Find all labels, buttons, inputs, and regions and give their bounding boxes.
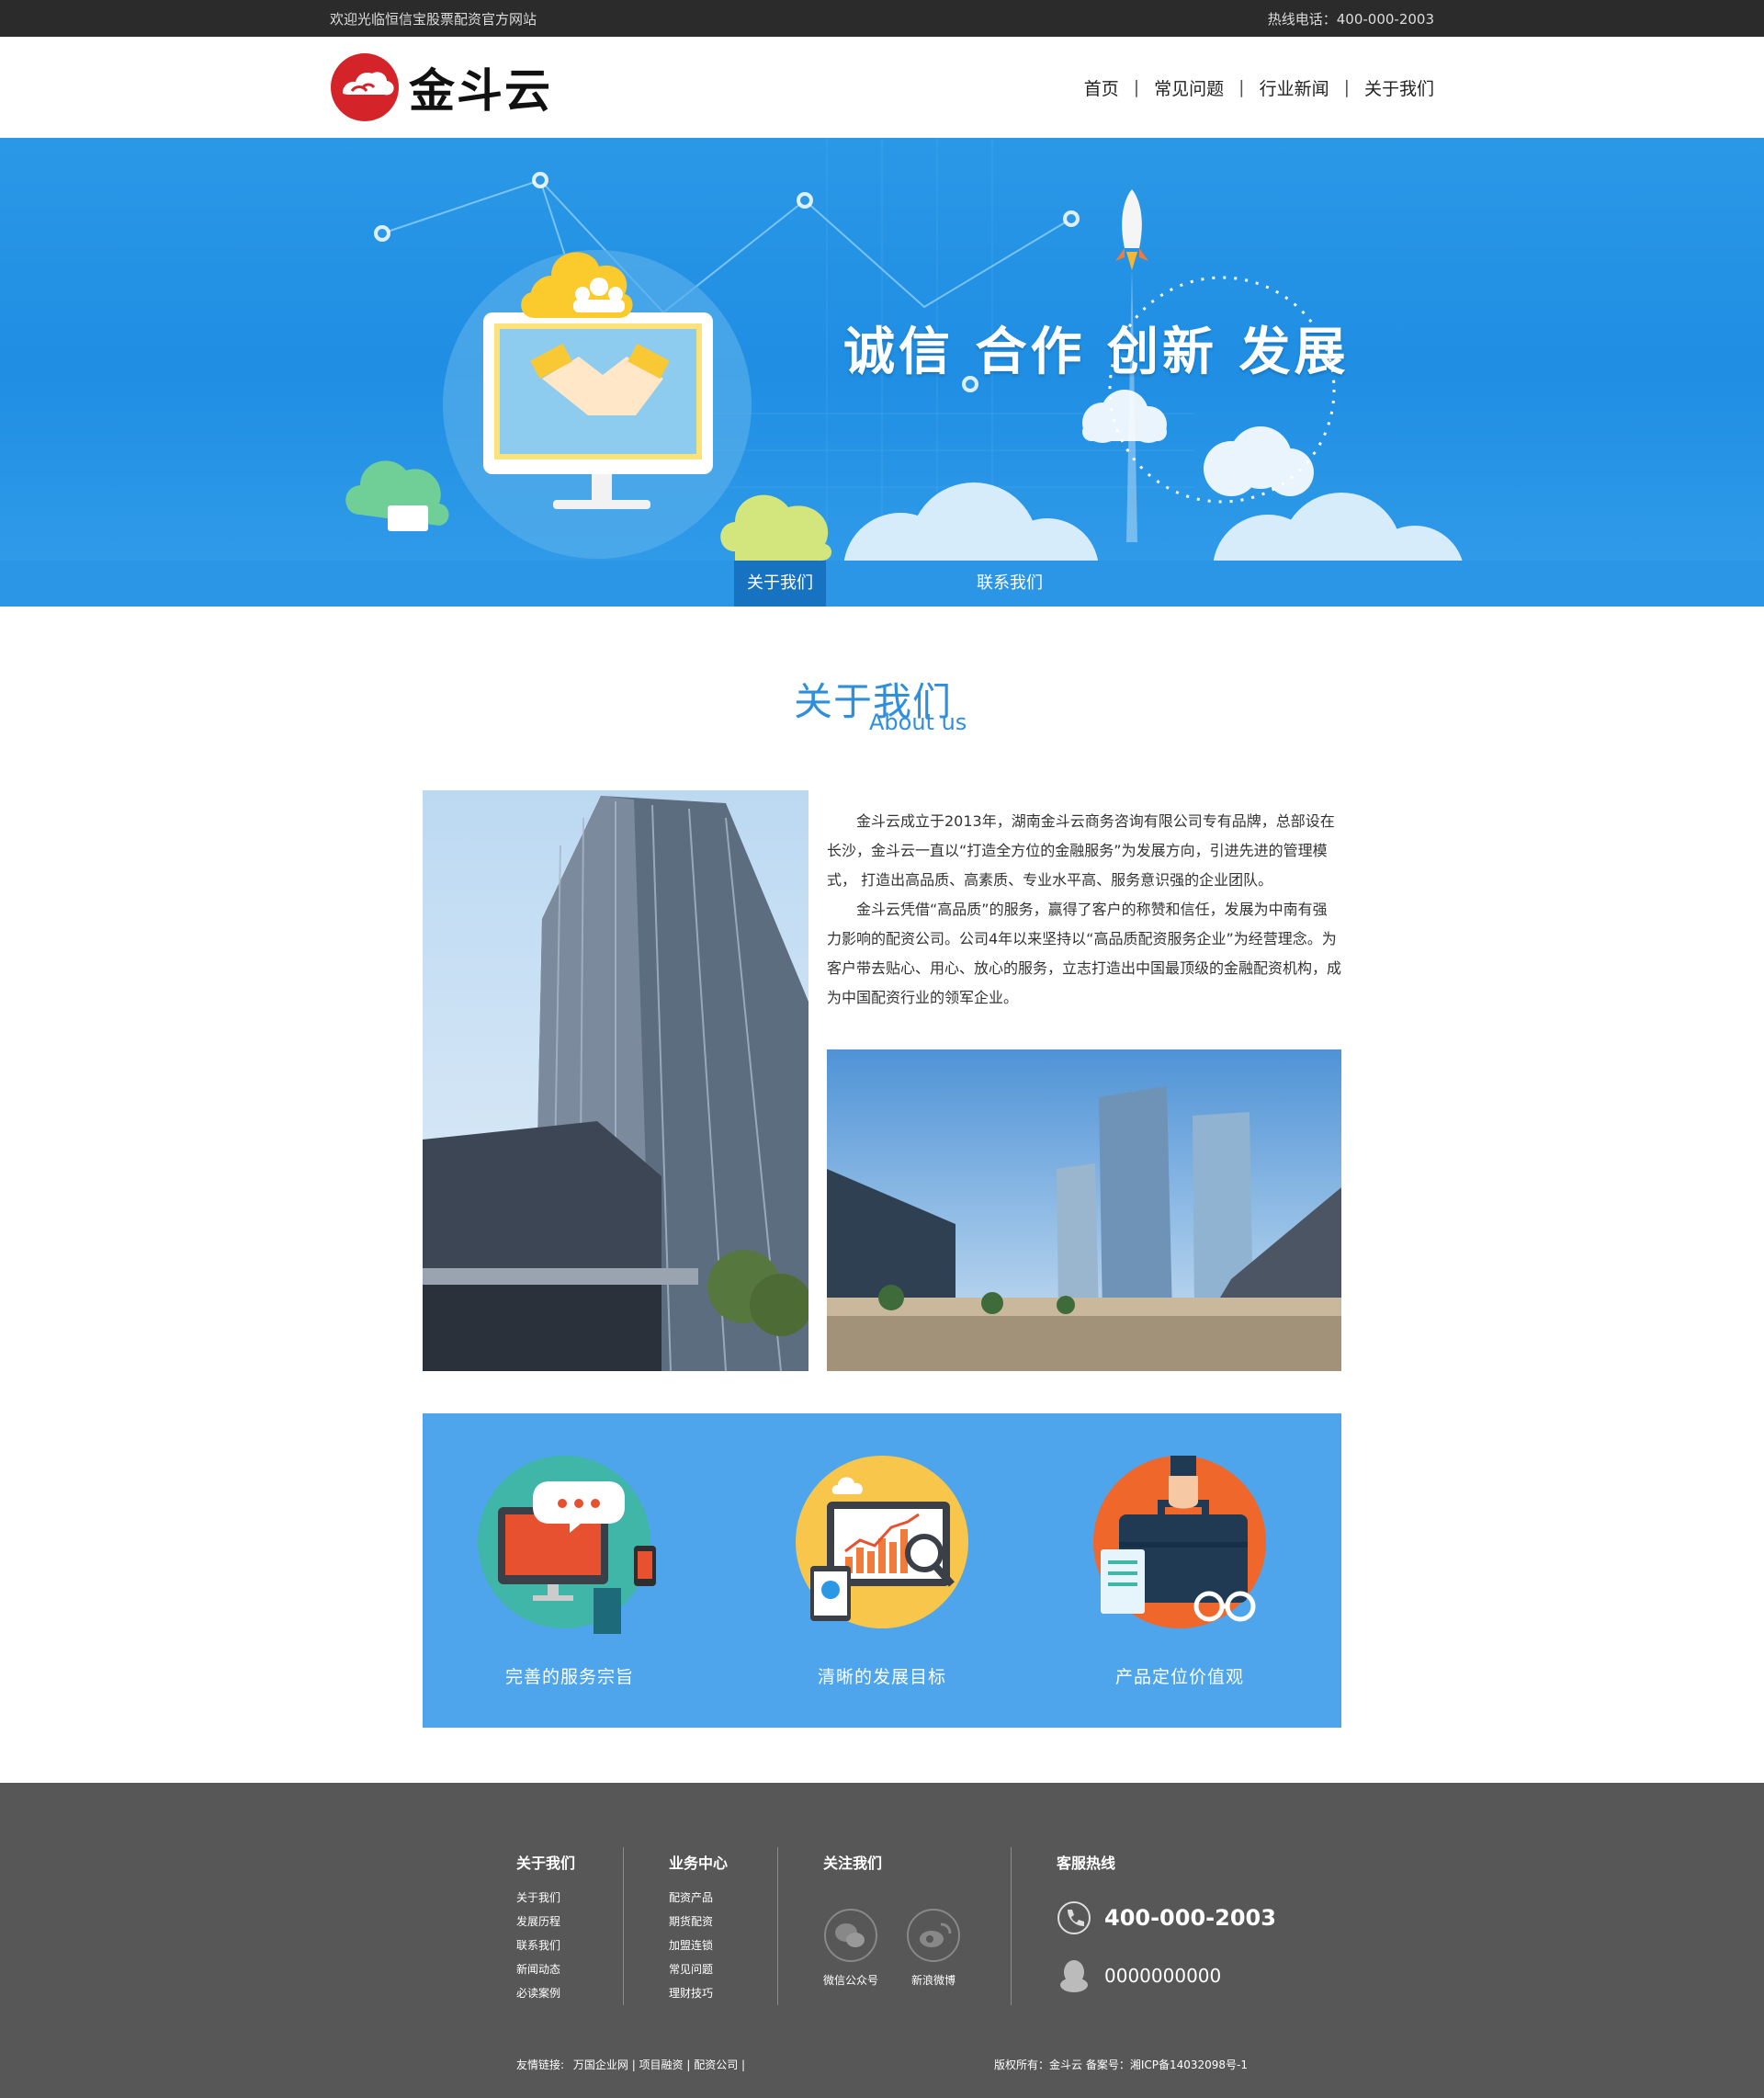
header: 金斗云 首页 | 常见问题 | 行业新闻 | 关于我们 <box>0 37 1764 138</box>
feature-card: 清晰的发展目标 <box>790 1450 974 1688</box>
nav-about-us[interactable]: 关于我们 <box>1364 75 1434 100</box>
about-section: 金斗云成立于2013年，湖南金斗云商务咨询有限公司专有品牌，总部设在长沙，金斗云… <box>0 790 1764 1728</box>
banner-slogan: 诚信 合作 创新 发展 <box>843 323 1350 382</box>
main-nav: 首页 | 常见问题 | 行业新闻 | 关于我们 <box>1084 75 1434 100</box>
top-bar: 欢迎光临恒信宝股票配资官方网站 热线电话：400-000-2003 <box>0 0 1764 37</box>
subnav-about-us[interactable]: 关于我们 <box>734 561 826 607</box>
footer-col-title: 业务中心 <box>669 1854 729 1872</box>
wechat-icon <box>824 1909 877 1962</box>
friend-links-label: 友情链接: <box>516 2058 565 2071</box>
hero-banner: 诚信 合作 创新 发展 <box>0 138 1764 561</box>
footer-link[interactable]: 关于我们 <box>516 1886 575 1910</box>
nav-separator: | <box>1133 77 1140 97</box>
hotline-text: 热线电话：400-000-2003 <box>1267 10 1434 28</box>
footer-divider <box>777 1847 778 2005</box>
about-description: 金斗云成立于2013年，湖南金斗云商务咨询有限公司专有品牌，总部设在长沙，金斗云… <box>827 807 1341 1013</box>
footer-link[interactable]: 期货配资 <box>669 1910 728 1934</box>
footer-link[interactable]: 发展历程 <box>516 1910 575 1934</box>
footer-link[interactable]: 新闻动态 <box>516 1957 575 1981</box>
feature-label: 清晰的发展目标 <box>817 1667 946 1687</box>
building-photo <box>423 790 808 1371</box>
feature-card: 产品定位价值观 <box>1088 1450 1272 1688</box>
sub-nav: 关于我们 联系我们 <box>0 561 1764 607</box>
welcome-text: 欢迎光临恒信宝股票配资官方网站 <box>330 10 537 28</box>
footer-col-title: 关于我们 <box>516 1854 576 1872</box>
city-plaza-photo <box>827 1049 1341 1371</box>
computer-chat-icon <box>478 1456 656 1634</box>
section-title: 关于我们 About us <box>0 607 1764 790</box>
footer-col-title: 关注我们 <box>823 1854 883 1872</box>
copyright: 版权所有：金斗云 备案号：湘ICP备14032098号-1 <box>994 2058 1249 2071</box>
wechat-link[interactable]: 微信公众号 <box>823 1908 878 1988</box>
logo-cloud-icon <box>331 53 399 121</box>
briefcase-icon <box>1093 1456 1266 1628</box>
feature-card: 完善的服务宗旨 <box>478 1450 662 1688</box>
logo[interactable]: 金斗云 <box>330 52 552 122</box>
feature-label: 产品定位价值观 <box>1114 1667 1244 1687</box>
nav-industry-news[interactable]: 行业新闻 <box>1260 75 1329 100</box>
footer-col-follow: 关注我们 微信公众号 新浪微博 <box>823 1851 989 1988</box>
footer-col-business: 业务中心 配资产品 期货配资 加盟连锁 常见问题 理财技巧 <box>669 1851 728 2005</box>
nav-separator: | <box>1238 77 1245 97</box>
footer-link[interactable]: 理财技巧 <box>669 1981 728 2005</box>
footer-divider <box>623 1847 624 2005</box>
subnav-contact-us[interactable]: 联系我们 <box>955 561 1065 607</box>
nav-faq[interactable]: 常见问题 <box>1154 75 1224 100</box>
footer-link[interactable]: 配资产品 <box>669 1886 728 1910</box>
qq-number[interactable]: 0000000000 <box>1104 1965 1221 1987</box>
logo-text: 金斗云 <box>409 64 552 118</box>
features-panel: 完善的服务宗旨 清晰的发展目标 产品定位价值观 <box>423 1413 1341 1728</box>
footer: 关于我们 关于我们 发展历程 联系我们 新闻动态 必读案例 业务中心 配资产品 … <box>0 1783 1764 2098</box>
nav-home[interactable]: 首页 <box>1084 75 1119 100</box>
footer-link[interactable]: 联系我们 <box>516 1934 575 1957</box>
phone-icon <box>1057 1901 1091 1934</box>
weibo-label: 新浪微博 <box>911 1974 956 1987</box>
footer-link[interactable]: 必读案例 <box>516 1981 575 2005</box>
about-paragraph: 金斗云凭借“高品质”的服务，赢得了客户的称赞和信任，发展为中南有强力影响的配资公… <box>827 901 1342 1006</box>
wechat-label: 微信公众号 <box>823 1974 879 1987</box>
feature-label: 完善的服务宗旨 <box>504 1667 634 1687</box>
footer-link[interactable]: 加盟连锁 <box>669 1934 728 1957</box>
footer-link[interactable]: 常见问题 <box>669 1957 728 1981</box>
footer-col-title: 客服热线 <box>1057 1854 1116 1872</box>
weibo-icon <box>907 1909 961 1962</box>
analytics-chart-icon <box>796 1456 968 1628</box>
hotline-number[interactable]: 400-000-2003 <box>1104 1905 1276 1931</box>
weibo-link[interactable]: 新浪微博 <box>906 1908 961 1988</box>
nav-separator: | <box>1343 77 1350 97</box>
qq-icon <box>1060 1960 1088 1992</box>
about-paragraph: 金斗云成立于2013年，湖南金斗云商务咨询有限公司专有品牌，总部设在长沙，金斗云… <box>827 812 1335 889</box>
friend-links: 友情链接: 万国企业网 | 项目融资 | 配资公司 | <box>516 2057 745 2072</box>
footer-divider <box>1011 1847 1012 2005</box>
footer-col-about: 关于我们 关于我们 发展历程 联系我们 新闻动态 必读案例 <box>516 1851 575 2005</box>
footer-col-hotline: 客服热线 400-000-2003 0000000000 <box>1057 1851 1295 1994</box>
section-title-en: About us <box>869 709 967 735</box>
friend-links-list[interactable]: 万国企业网 | 项目融资 | 配资公司 | <box>573 2058 745 2071</box>
